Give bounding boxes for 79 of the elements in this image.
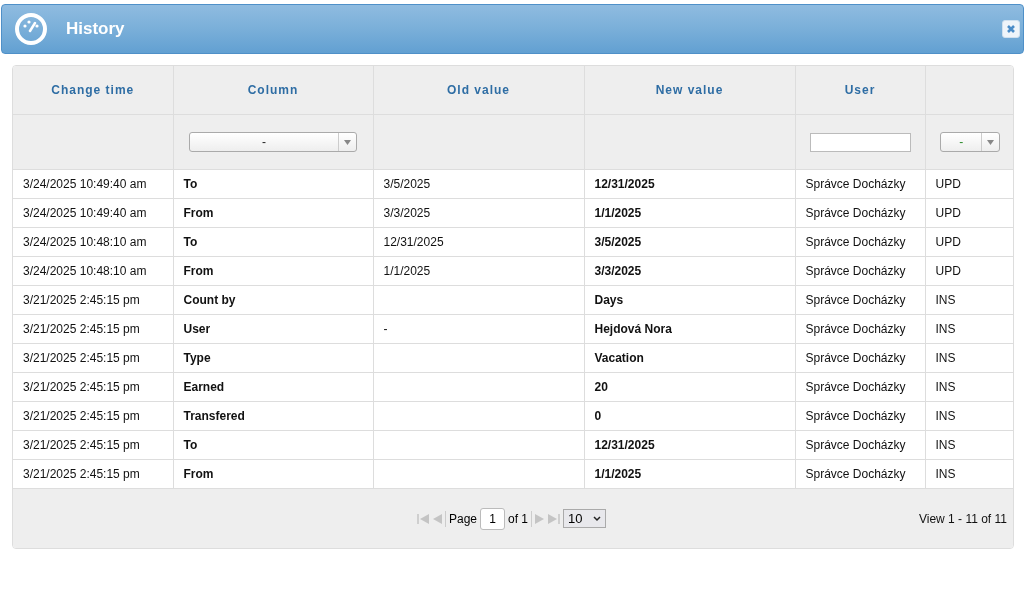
table-cell: INS xyxy=(925,401,1013,431)
table-cell: INS xyxy=(925,372,1013,402)
table-cell: 20 xyxy=(584,372,795,402)
table-cell: UPD xyxy=(925,227,1013,257)
table-cell: To xyxy=(173,169,373,199)
table-cell: 0 xyxy=(584,401,795,431)
table-cell: 1/1/2025 xyxy=(584,459,795,489)
table-cell: 3/21/2025 2:45:15 pm xyxy=(13,459,173,489)
table-cell: 12/31/2025 xyxy=(584,430,795,460)
column-header[interactable]: Change time xyxy=(13,66,173,115)
gauge-icon xyxy=(14,12,48,46)
table-cell: - xyxy=(373,314,584,344)
filter-input[interactable] xyxy=(809,132,911,152)
column-header[interactable]: User xyxy=(795,66,925,115)
table-cell: 1/1/2025 xyxy=(584,198,795,228)
table-cell: Správce Docházky xyxy=(795,401,925,431)
filter-dropdown[interactable]: - xyxy=(940,132,1001,152)
table-cell: Earned xyxy=(173,372,373,402)
table-cell: Count by xyxy=(173,285,373,315)
table-cell: 3/24/2025 10:48:10 am xyxy=(13,227,173,257)
close-button[interactable] xyxy=(1002,20,1020,38)
table-cell: Správce Docházky xyxy=(795,285,925,315)
close-icon[interactable] xyxy=(1006,24,1016,34)
table-cell: Správce Docházky xyxy=(795,343,925,373)
page-size-dropdown[interactable]: 10 xyxy=(563,509,606,528)
table-cell: 3/21/2025 2:45:15 pm xyxy=(13,285,173,315)
table-cell: INS xyxy=(925,430,1013,460)
table-cell: Type xyxy=(173,343,373,373)
table-cell: To xyxy=(173,227,373,257)
table-cell: UPD xyxy=(925,169,1013,199)
caret-icon[interactable] xyxy=(592,515,601,522)
table-cell: 3/24/2025 10:49:40 am xyxy=(13,198,173,228)
table-cell: 3/24/2025 10:49:40 am xyxy=(13,169,173,199)
table-cell: 12/31/2025 xyxy=(584,169,795,199)
table-cell: 3/3/2025 xyxy=(584,256,795,286)
column-header[interactable] xyxy=(925,66,1013,115)
table-cell: INS xyxy=(925,314,1013,344)
table-cell: 3/21/2025 2:45:15 pm xyxy=(13,372,173,402)
table-cell: 3/21/2025 2:45:15 pm xyxy=(13,343,173,373)
table-cell: Správce Docházky xyxy=(795,372,925,402)
table-cell: Days xyxy=(584,285,795,315)
table-cell: UPD xyxy=(925,256,1013,286)
page-input[interactable]: 1 xyxy=(480,507,506,530)
table-cell: From xyxy=(173,459,373,489)
table-cell: Transfered xyxy=(173,401,373,431)
page-label: Page xyxy=(449,511,478,526)
table-cell: 3/3/2025 xyxy=(373,198,584,228)
table-cell: INS xyxy=(925,285,1013,315)
column-header[interactable]: Column xyxy=(173,66,373,115)
table-cell: User xyxy=(173,314,373,344)
table-cell: 3/21/2025 2:45:15 pm xyxy=(13,401,173,431)
table-cell: Správce Docházky xyxy=(795,459,925,489)
table-cell: 3/5/2025 xyxy=(584,227,795,257)
table-cell: 12/31/2025 xyxy=(373,227,584,257)
page-count: of 1 xyxy=(508,511,529,526)
filter-dropdown[interactable]: - xyxy=(189,132,357,152)
table-cell: 1/1/2025 xyxy=(373,256,584,286)
table-cell: 3/24/2025 10:48:10 am xyxy=(13,256,173,286)
table-cell: 3/21/2025 2:45:15 pm xyxy=(13,314,173,344)
table-cell: From xyxy=(173,198,373,228)
table-cell: To xyxy=(173,430,373,460)
table-cell: Správce Docházky xyxy=(795,314,925,344)
table-cell: Správce Docházky xyxy=(795,227,925,257)
table-cell: Vacation xyxy=(584,343,795,373)
window-title: History xyxy=(66,19,126,39)
table-cell: UPD xyxy=(925,198,1013,228)
column-header[interactable]: Old value xyxy=(373,66,584,115)
records-summary: View 1 - 11 of 11 xyxy=(918,511,1007,526)
table-cell: INS xyxy=(925,459,1013,489)
table-cell: Správce Docházky xyxy=(795,169,925,199)
table-cell: Správce Docházky xyxy=(795,430,925,460)
table-cell: From xyxy=(173,256,373,286)
table-cell: 3/5/2025 xyxy=(373,169,584,199)
column-header[interactable]: New value xyxy=(584,66,795,115)
table-cell: Správce Docházky xyxy=(795,256,925,286)
table-cell: INS xyxy=(925,343,1013,373)
table-cell: Hejdová Nora xyxy=(584,314,795,344)
table-cell: 3/21/2025 2:45:15 pm xyxy=(13,430,173,460)
table-cell: Správce Docházky xyxy=(795,198,925,228)
